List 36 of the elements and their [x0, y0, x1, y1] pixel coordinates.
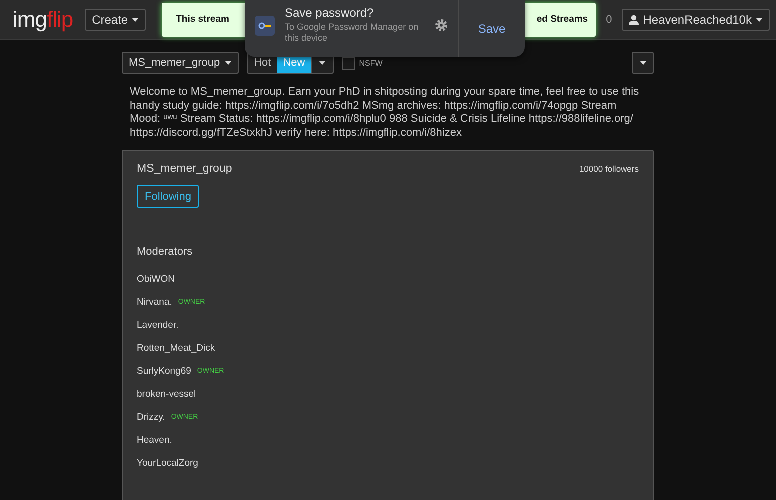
moderator-link[interactable]: SurlyKong69 [137, 366, 192, 377]
caret-icon [225, 61, 232, 65]
notification-count[interactable]: 0 [604, 14, 614, 26]
banner-text: ed Streams [536, 14, 588, 25]
save-button[interactable]: Save [459, 0, 525, 57]
create-button[interactable]: Create [85, 8, 146, 30]
moderator-link[interactable]: broken-vessel [137, 389, 196, 400]
popup-title: Save password? [285, 6, 375, 20]
caret-icon [756, 18, 763, 22]
nsfw-label: NSFW [359, 58, 383, 68]
caret-icon [132, 18, 140, 22]
caret-icon [319, 61, 326, 65]
options-dropdown-button[interactable] [632, 52, 654, 74]
user-menu-button[interactable]: HeavenReached10k [622, 8, 770, 30]
moderator-link[interactable]: ObiWON [137, 274, 175, 285]
follower-count: 10000 followers [579, 164, 639, 174]
user-icon [629, 14, 640, 24]
key-icon [255, 16, 275, 36]
imgflip-logo[interactable]: imgflip [13, 6, 74, 32]
following-button[interactable]: Following [137, 185, 200, 208]
popup-subtitle: To Google Password Manager on this device [285, 22, 420, 44]
stream-description: Welcome to MS_memer_group. Earn your PhD in shitposting during your spare time, feel free to use this handy study guide: https://imgflip.com/i/7o5dh2 MSmg archives: https://imgflip.com/i/74opgp Stream Mood: ᵘʷᵘ Stream Status: https://imgflip.com/i/8hplu0 988 Suicide & Crisis Lifeline https://988lifeline.org/ https://discord.gg/fTZeStxkhJ verify here: https://imgflip.com/i/8hizex [130, 86, 640, 140]
moderator-link[interactable]: Rotten_Meat_Dick [137, 343, 216, 354]
sort-tab[interactable]: Hot [248, 53, 278, 73]
moderators-heading: Moderators [137, 246, 194, 258]
stream-select[interactable]: MS_memer_group [122, 52, 240, 74]
moderator-link[interactable]: Lavender. [137, 320, 179, 331]
moderator-link[interactable]: Drizzy. [137, 412, 166, 423]
moderator-link[interactable]: Nirvana. [137, 297, 172, 308]
stream-title: MS_memer_group [137, 163, 232, 175]
banner-text: This stream [176, 14, 230, 25]
nsfw-checkbox[interactable] [342, 56, 356, 70]
moderator-link[interactable]: YourLocalZorg [137, 458, 198, 469]
settings-icon[interactable] [435, 19, 448, 32]
caret-icon [640, 61, 646, 65]
moderator-link[interactable]: Heaven. [137, 435, 172, 446]
